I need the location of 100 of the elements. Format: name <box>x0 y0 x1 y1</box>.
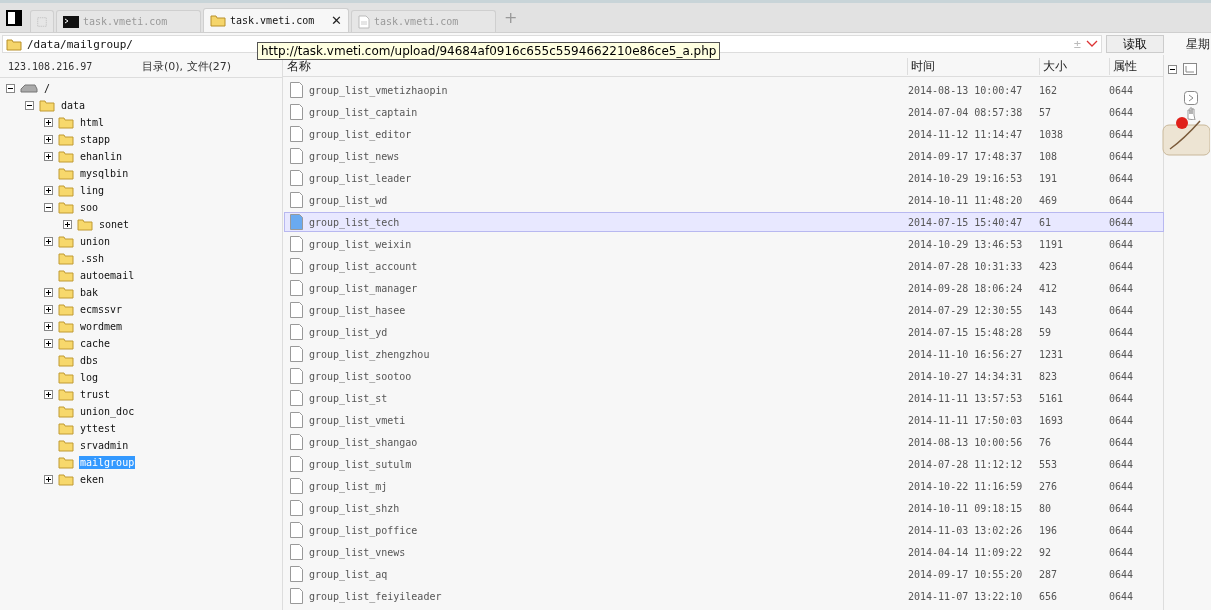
file-size: 553 <box>1039 458 1059 470</box>
file-name: group_list_poffice <box>309 524 419 536</box>
file-time: 2014-11-03 13:02:26 <box>908 524 1024 536</box>
file-name: group_list_sootoo <box>309 370 413 382</box>
side-panel-header: 星期 <box>1186 35 1210 53</box>
file-size: 191 <box>1039 172 1059 184</box>
file-mode: 0644 <box>1109 458 1135 470</box>
file-time: 2014-07-15 15:48:28 <box>908 326 1024 338</box>
file-name: group_list_vmetizhaopin <box>309 84 449 96</box>
file-name: group_list_manager <box>309 282 419 294</box>
file-time: 2014-07-15 15:40:47 <box>908 216 1024 228</box>
file-mode: 0644 <box>1109 326 1135 338</box>
file-mode: 0644 <box>1109 172 1135 184</box>
file-size: 108 <box>1039 150 1059 162</box>
file-mode: 0644 <box>1109 238 1135 250</box>
file-size: 469 <box>1039 194 1059 206</box>
file-mode: 0644 <box>1109 260 1135 272</box>
file-name: group_list_yd <box>309 326 389 338</box>
file-time: 2014-10-11 09:18:15 <box>908 502 1024 514</box>
file-name: group_list_feiyileader <box>309 590 443 602</box>
file-time: 2014-11-11 17:50:03 <box>908 414 1024 426</box>
file-time: 2014-11-11 13:57:53 <box>908 392 1024 404</box>
url-tooltip: http://task.vmeti.com/upload/94684af0916c655c5594662210e86ce5_a.php <box>257 42 721 60</box>
file-mode: 0644 <box>1109 216 1135 228</box>
file-name: group_list_sutulm <box>309 458 413 470</box>
file-name: group_list_account <box>309 260 419 272</box>
file-size: 92 <box>1039 546 1053 558</box>
file-size: 143 <box>1039 304 1059 316</box>
file-time: 2014-08-13 10:00:47 <box>908 84 1024 96</box>
file-mode: 0644 <box>1109 392 1135 404</box>
file-time: 2014-07-29 12:30:55 <box>908 304 1024 316</box>
file-size: 61 <box>1039 216 1053 228</box>
file-name: group_list_st <box>309 392 389 404</box>
file-time: 2014-10-22 11:16:59 <box>908 480 1024 492</box>
server-address: 123.108.216.97 <box>8 60 94 72</box>
file-time: 2014-07-28 10:31:33 <box>908 260 1024 272</box>
file-size: 162 <box>1039 84 1059 96</box>
file-name: group_list_vnews <box>309 546 407 558</box>
file-time: 2014-09-28 18:06:24 <box>908 282 1024 294</box>
file-name: group_list_leader <box>309 172 413 184</box>
file-size: 80 <box>1039 502 1053 514</box>
file-mode: 0644 <box>1109 524 1135 536</box>
file-mode: 0644 <box>1109 590 1135 602</box>
file-time: 2014-04-14 11:09:22 <box>908 546 1024 558</box>
file-name: group_list_captain <box>309 106 419 118</box>
file-mode: 0644 <box>1109 304 1135 316</box>
file-mode: 0644 <box>1109 480 1135 492</box>
file-mode: 0644 <box>1109 348 1135 360</box>
file-time: 2014-07-04 08:57:38 <box>908 106 1024 118</box>
file-time: 2014-08-13 10:00:56 <box>908 436 1024 448</box>
file-size: 76 <box>1039 436 1053 448</box>
file-name: group_list_hasee <box>309 304 407 316</box>
file-size: 423 <box>1039 260 1059 272</box>
file-mode: 0644 <box>1109 568 1135 580</box>
file-time: 2014-11-10 16:56:27 <box>908 348 1024 360</box>
file-name: group_list_weixin <box>309 238 413 250</box>
file-name: group_list_wd <box>309 194 389 206</box>
file-size: 276 <box>1039 480 1059 492</box>
file-time: 2014-10-11 11:48:20 <box>908 194 1024 206</box>
file-name: group_list_shangao <box>309 436 419 448</box>
file-size: 1191 <box>1039 238 1065 250</box>
file-size: 196 <box>1039 524 1059 536</box>
file-size: 5161 <box>1039 392 1065 404</box>
file-name: group_list_aq <box>309 568 389 580</box>
file-mode: 0644 <box>1109 502 1135 514</box>
file-name: group_list_mj <box>309 480 389 492</box>
file-name: group_list_shzh <box>309 502 401 514</box>
file-size: 287 <box>1039 568 1059 580</box>
file-size: 823 <box>1039 370 1059 382</box>
file-mode: 0644 <box>1109 436 1135 448</box>
file-size: 1693 <box>1039 414 1065 426</box>
file-mode: 0644 <box>1109 106 1135 118</box>
file-name: group_list_vmeti <box>309 414 407 426</box>
file-mode: 0644 <box>1109 546 1135 558</box>
file-size: 1231 <box>1039 348 1065 360</box>
item-count: 目录(0), 文件(27) <box>142 58 232 74</box>
file-size: 656 <box>1039 590 1059 602</box>
file-size: 59 <box>1039 326 1053 338</box>
file-size: 412 <box>1039 282 1059 294</box>
file-time: 2014-11-07 13:22:10 <box>908 590 1024 602</box>
file-mode: 0644 <box>1109 150 1135 162</box>
file-mode: 0644 <box>1109 84 1135 96</box>
file-time: 2014-10-29 19:16:53 <box>908 172 1024 184</box>
file-time: 2014-07-28 11:12:12 <box>908 458 1024 470</box>
file-time: 2014-10-29 13:46:53 <box>908 238 1024 250</box>
file-mode: 0644 <box>1109 370 1135 382</box>
file-name: group_list_news <box>309 150 401 162</box>
file-time: 2014-09-17 10:55:20 <box>908 568 1024 580</box>
file-name: group_list_tech <box>309 216 401 228</box>
file-time: 2014-11-12 11:14:47 <box>908 128 1024 140</box>
file-mode: 0644 <box>1109 194 1135 206</box>
file-name: group_list_editor <box>309 128 413 140</box>
file-mode: 0644 <box>1109 128 1135 140</box>
file-size: 57 <box>1039 106 1053 118</box>
file-mode: 0644 <box>1109 282 1135 294</box>
file-time: 2014-10-27 14:34:31 <box>908 370 1024 382</box>
file-name: group_list_zhengzhou <box>309 348 431 360</box>
file-size: 1038 <box>1039 128 1065 140</box>
file-time: 2014-09-17 17:48:37 <box>908 150 1024 162</box>
file-mode: 0644 <box>1109 414 1135 426</box>
